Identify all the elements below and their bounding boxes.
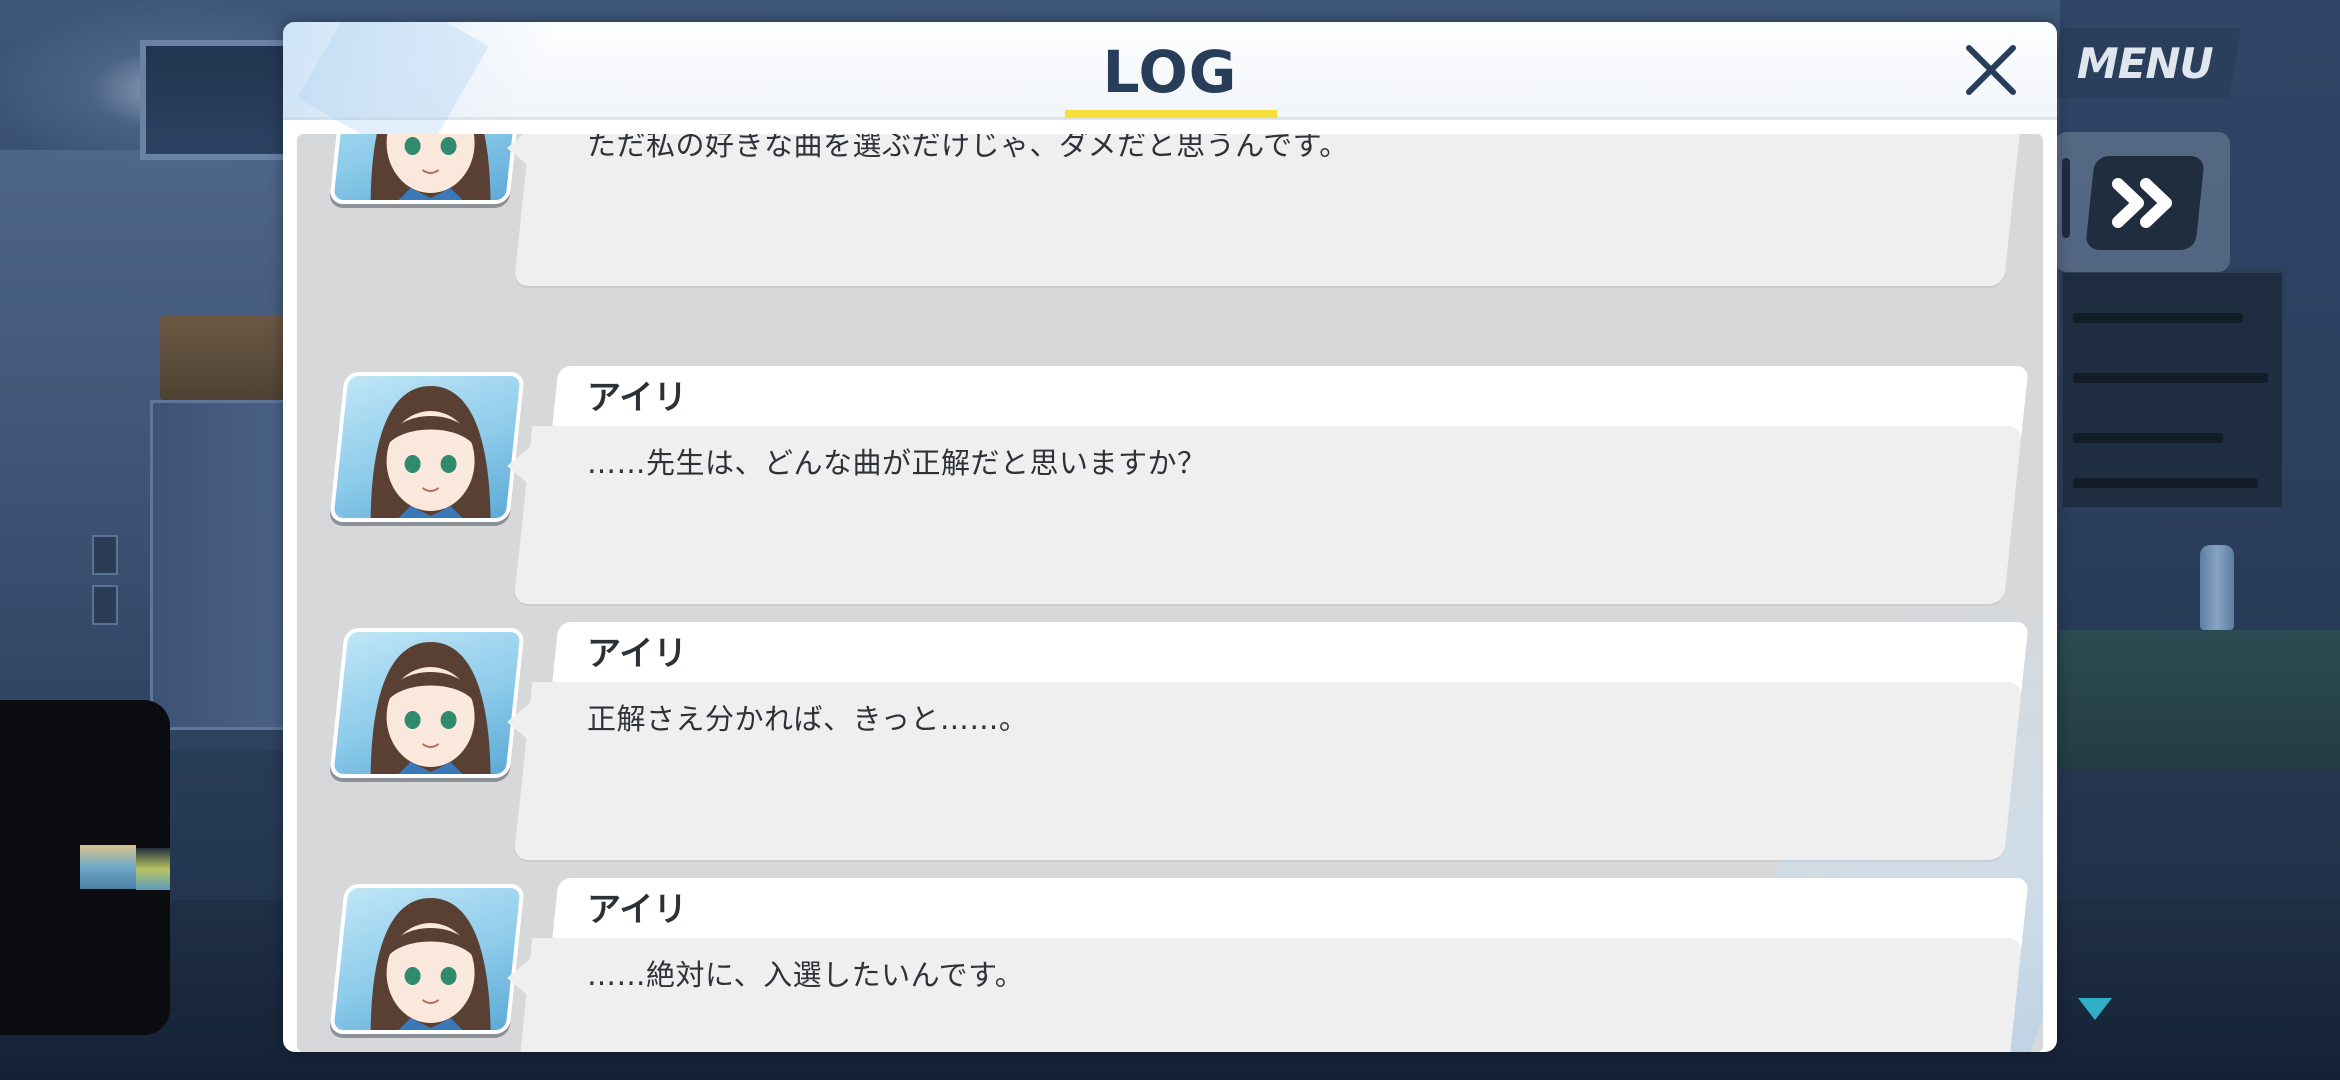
character-portrait — [329, 884, 525, 1034]
character-face-image — [370, 386, 491, 522]
dialogue-text: ……絶対に、入選したいんです。 — [587, 958, 1025, 992]
character-portrait — [329, 134, 525, 204]
dialogue-text: ただ私の好きな曲を選ぶだけじゃ、ダメだと思うんです。 — [587, 134, 1349, 162]
title-underline — [1065, 110, 1277, 118]
log-entry: ただ私の好きな曲を選ぶだけじゃ、ダメだと思うんです。 — [297, 134, 2043, 288]
video-thumbnail[interactable] — [136, 848, 170, 890]
background-weapon-rack — [2060, 270, 2285, 510]
dialogue-text: 正解さえ分かれば、きっと……。 — [587, 702, 1029, 736]
character-face-image — [370, 898, 491, 1034]
background-light-switch — [92, 535, 118, 575]
background-window — [140, 40, 300, 160]
menu-button[interactable]: MENU — [2048, 28, 2242, 98]
auto-button[interactable] — [2062, 158, 2070, 238]
log-header: LOG — [283, 22, 2057, 168]
log-entry: アイリ 正解さえ分かれば、きっと……。 — [297, 622, 2043, 862]
background-rack-item — [2073, 478, 2258, 488]
character-face-image — [370, 642, 491, 778]
video-thumbnail[interactable] — [80, 845, 136, 889]
close-button[interactable] — [1959, 38, 2023, 102]
close-icon — [1966, 45, 2016, 95]
log-entry: アイリ ……先生は、どんな曲が正解だと思いますか？ — [297, 366, 2043, 606]
character-portrait — [329, 372, 525, 522]
character-face-image — [370, 134, 491, 204]
background-cardboard-box — [160, 315, 290, 400]
log-dialog: LOG ただ私の好きな曲を選ぶだけじゃ、ダメだと思うんです。 アイリ ……先生は… — [283, 22, 2057, 1052]
dialogue-text: ……先生は、どんな曲が正解だと思いますか？ — [587, 446, 1207, 480]
background-light-switch — [92, 585, 118, 625]
log-title: LOG — [1102, 38, 1238, 106]
skip-button[interactable] — [2085, 156, 2205, 250]
fast-forward-icon — [2112, 178, 2172, 228]
log-list[interactable]: ただ私の好きな曲を選ぶだけじゃ、ダメだと思うんです。 アイリ ……先生は、どんな… — [297, 134, 2043, 1052]
background-cabinet — [2060, 630, 2340, 770]
character-portrait — [329, 628, 525, 778]
background-rack-item — [2073, 373, 2268, 383]
log-entry: アイリ ……絶対に、入選したいんです。 — [297, 878, 2043, 1052]
background-bottle — [2200, 545, 2234, 630]
background-rack-item — [2073, 313, 2243, 323]
menu-label: MENU — [2077, 38, 2213, 88]
speaker-name: アイリ — [587, 890, 688, 930]
background-rack-item — [2073, 433, 2223, 443]
speaker-name: アイリ — [587, 378, 688, 418]
triangle-down-icon — [2078, 998, 2112, 1020]
background-shelf — [150, 400, 290, 730]
speaker-name: アイリ — [587, 634, 688, 674]
